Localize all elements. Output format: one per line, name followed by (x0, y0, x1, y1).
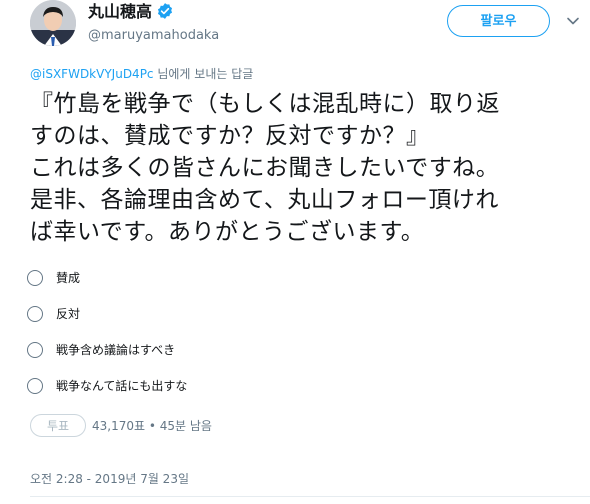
avatar-photo (30, 0, 76, 46)
poll: 賛成 反対 戦争含め議論はすべき 戦争なんて話にも出すな (27, 264, 547, 408)
vote-button[interactable]: 투표 (30, 414, 86, 437)
poll-meta: 43,170표 • 45분 남음 (92, 419, 212, 433)
name-block: 丸山穂高 @maruyamahodaka (88, 2, 219, 45)
divider (30, 496, 590, 497)
radio-icon[interactable] (27, 306, 43, 322)
reply-mention-link[interactable]: @iSXFWDkVYJuD4Pc (30, 67, 154, 81)
verified-icon (157, 3, 173, 19)
poll-option-label: 戦争含め議論はすべき (56, 343, 176, 357)
tweet-line: ば幸いです。ありがとうございます。 (30, 219, 425, 245)
poll-option[interactable]: 反対 (27, 300, 547, 336)
radio-icon[interactable] (27, 270, 43, 286)
tweet-timestamp[interactable]: 오전 2:28 - 2019년 7월 23일 (30, 470, 189, 487)
reply-suffix: 님에게 보내는 답글 (153, 67, 254, 81)
tweet-line: 是非、各論理由含めて、丸山フォロー頂けれ (30, 187, 499, 213)
tweet-header: 丸山穂高 @maruyamahodaka 팔로우 (30, 0, 590, 56)
tweet-card: 丸山穂高 @maruyamahodaka 팔로우 @iSXFWDkVYJuD4P… (0, 0, 590, 504)
avatar[interactable] (30, 0, 76, 46)
poll-option[interactable]: 戦争含め議論はすべき (27, 336, 547, 372)
tweet-line: すのは、賛成ですか？反対ですか？』 (30, 123, 430, 149)
radio-icon[interactable] (27, 342, 43, 358)
poll-option[interactable]: 戦争なんて話にも出すな (27, 372, 547, 408)
poll-option-label: 反対 (56, 307, 81, 321)
tweet-text: 『竹島を戦争で（もしくは混乱時に）取り返 すのは、賛成ですか？反対ですか？』 こ… (30, 88, 570, 248)
vote-row: 투표 43,170표 • 45분 남음 (30, 414, 212, 438)
poll-option[interactable]: 賛成 (27, 264, 547, 300)
chevron-down-icon[interactable] (566, 14, 580, 28)
tweet-line: これは多くの皆さんにお聞きしたいですね。 (30, 155, 500, 181)
follow-button[interactable]: 팔로우 (447, 5, 550, 37)
display-name[interactable]: 丸山穂高 (88, 2, 152, 22)
reply-context: @iSXFWDkVYJuD4Pc 님에게 보내는 답글 (30, 66, 253, 82)
user-handle[interactable]: @maruyamahodaka (88, 27, 219, 45)
poll-option-label: 戦争なんて話にも出すな (56, 379, 188, 393)
tweet-line: 『竹島を戦争で（もしくは混乱時に）取り返 (30, 91, 500, 117)
radio-icon[interactable] (27, 378, 43, 394)
poll-option-label: 賛成 (56, 271, 81, 285)
